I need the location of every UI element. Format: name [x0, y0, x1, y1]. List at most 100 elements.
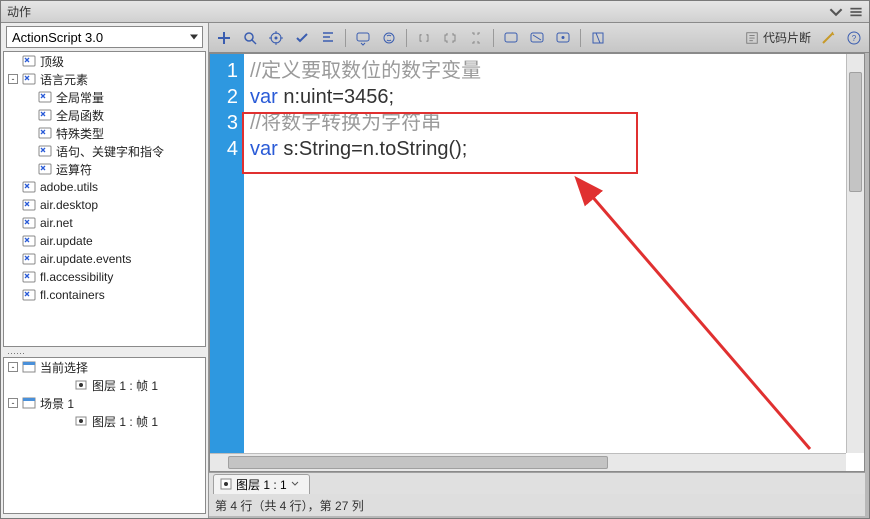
code-area[interactable]: //定义要取数位的数字变量var n:uint=3456;//将数字转换为字符串… — [244, 54, 864, 471]
pkg-icon — [22, 217, 36, 229]
frame-icon — [220, 478, 232, 490]
debug-options-icon[interactable] — [380, 29, 398, 47]
line-number: 1 — [210, 58, 244, 84]
collapse-icon[interactable]: - — [8, 74, 18, 84]
auto-format-icon[interactable] — [319, 29, 337, 47]
splitter[interactable] — [4, 349, 205, 357]
block-comment-icon[interactable] — [554, 29, 572, 47]
tree-item[interactable]: 特殊类型 — [4, 124, 205, 142]
actions-panel: 动作 ActionScript 3.0 顶级 - 语言元素 全局常量 全局函数 特殊… — [0, 0, 870, 519]
svg-text:?: ? — [852, 34, 857, 43]
code-line[interactable]: //定义要取数位的数字变量 — [250, 58, 858, 84]
collapse-icon[interactable] — [829, 5, 843, 19]
titlebar[interactable]: 动作 — [1, 1, 869, 23]
pkg-icon — [38, 163, 52, 175]
tree-item[interactable]: air.update.events — [4, 250, 205, 268]
collapse-selection-icon[interactable] — [441, 29, 459, 47]
tree-item[interactable]: 图层 1 : 帧 1 — [4, 412, 205, 430]
tree-item-label: 语句、关键字和指令 — [56, 143, 164, 160]
tree-item[interactable]: 语句、关键字和指令 — [4, 142, 205, 160]
expand-all-icon[interactable] — [467, 29, 485, 47]
target-icon[interactable] — [267, 29, 285, 47]
script-tabstrip: 图层 1 : 1 — [209, 472, 865, 494]
tree-item[interactable]: air.desktop — [4, 196, 205, 214]
api-tree[interactable]: 顶级 - 语言元素 全局常量 全局函数 特殊类型 语句、关键字和指令 运算符 ado… — [3, 51, 206, 347]
tree-item[interactable]: 运算符 — [4, 160, 205, 178]
pkg-icon — [22, 181, 36, 193]
editor-toolbar: 代码片断 ? — [209, 23, 869, 53]
code-line[interactable]: var s:String=n.toString(); — [250, 136, 858, 162]
line-number: 3 — [210, 110, 244, 136]
language-combo[interactable]: ActionScript 3.0 — [6, 26, 203, 48]
tree-item[interactable]: 全局常量 — [4, 88, 205, 106]
line-number: 2 — [210, 84, 244, 110]
tree-item[interactable]: - 语言元素 — [4, 70, 205, 88]
tree-item-label: 特殊类型 — [56, 125, 104, 142]
line-number: 4 — [210, 136, 244, 162]
tree-item[interactable]: fl.containers — [4, 286, 205, 304]
tree-item[interactable]: adobe.utils — [4, 178, 205, 196]
scene-tree[interactable]: - 当前选择 图层 1 : 帧 1-场景 1 图层 1 : 帧 1 — [3, 357, 206, 514]
code-snippet-button[interactable]: 代码片断 — [745, 29, 811, 46]
search-icon[interactable] — [241, 29, 259, 47]
tree-item[interactable]: 顶级 — [4, 52, 205, 70]
tree-item-label: 顶级 — [40, 53, 64, 70]
twist-spacer — [8, 236, 18, 246]
tree-item[interactable]: - 当前选择 — [4, 358, 205, 376]
tree-item-label: 运算符 — [56, 161, 92, 178]
twist-spacer — [24, 110, 34, 120]
scrollbar-thumb[interactable] — [849, 72, 862, 192]
pkg-icon — [38, 109, 52, 121]
tree-item-label: fl.accessibility — [40, 270, 113, 284]
tree-item-label: air.update — [40, 234, 93, 248]
comment-icon[interactable] — [502, 29, 520, 47]
tree-item-label: air.net — [40, 216, 73, 230]
wand-icon[interactable] — [819, 29, 837, 47]
add-script-icon[interactable] — [215, 29, 233, 47]
menu-icon[interactable] — [849, 5, 863, 19]
check-syntax-icon[interactable] — [293, 29, 311, 47]
code-line[interactable]: var n:uint=3456; — [250, 84, 858, 110]
scene-icon — [22, 361, 36, 373]
twist-spacer — [60, 380, 70, 390]
tree-item-label: 图层 1 : 帧 1 — [92, 413, 158, 430]
pkg-icon — [22, 55, 36, 67]
code-line[interactable]: //将数字转换为字符串 — [250, 110, 858, 136]
pkg-icon — [22, 289, 36, 301]
tree-item[interactable]: air.net — [4, 214, 205, 232]
cursor-position-label: 第 4 行（共 4 行），第 27 列 — [215, 497, 364, 514]
twist-spacer — [24, 128, 34, 138]
help-icon[interactable]: ? — [845, 29, 863, 47]
collapse-brackets-icon[interactable] — [415, 29, 433, 47]
collapse-icon[interactable]: - — [8, 398, 18, 408]
code-snippet-label: 代码片断 — [763, 29, 811, 46]
tree-item[interactable]: -场景 1 — [4, 394, 205, 412]
script-tab[interactable]: 图层 1 : 1 — [213, 474, 310, 494]
show-hint-icon[interactable] — [354, 29, 372, 47]
pkg-icon — [22, 199, 36, 211]
editor-area: 代码片断 ? 1234 //定义要取数位的数字变量var n:uint=3456… — [209, 23, 869, 518]
horizontal-scrollbar[interactable] — [210, 453, 846, 471]
twist-spacer — [24, 92, 34, 102]
twist-spacer — [8, 218, 18, 228]
tree-item[interactable]: air.update — [4, 232, 205, 250]
twist-spacer — [8, 200, 18, 210]
left-sidebar: ActionScript 3.0 顶级 - 语言元素 全局常量 全局函数 特殊类型 … — [1, 23, 209, 518]
frame-icon — [74, 415, 88, 427]
status-bar: 第 4 行（共 4 行），第 27 列 — [209, 494, 865, 516]
tree-item[interactable]: fl.accessibility — [4, 268, 205, 286]
scrollbar-thumb[interactable] — [228, 456, 608, 469]
tree-item[interactable]: 全局函数 — [4, 106, 205, 124]
collapse-icon[interactable]: - — [8, 362, 18, 372]
tree-item-label: 当前选择 — [40, 359, 88, 376]
twist-spacer — [24, 146, 34, 156]
uncomment-icon[interactable] — [528, 29, 546, 47]
tree-item-label: adobe.utils — [40, 180, 98, 194]
pkg-icon — [22, 271, 36, 283]
code-editor[interactable]: 1234 //定义要取数位的数字变量var n:uint=3456;//将数字转… — [209, 53, 865, 472]
tree-item[interactable]: 图层 1 : 帧 1 — [4, 376, 205, 394]
pin-script-icon[interactable] — [589, 29, 607, 47]
vertical-scrollbar[interactable] — [846, 54, 864, 453]
twist-spacer — [8, 56, 18, 66]
tree-item-label: 语言元素 — [40, 71, 88, 88]
